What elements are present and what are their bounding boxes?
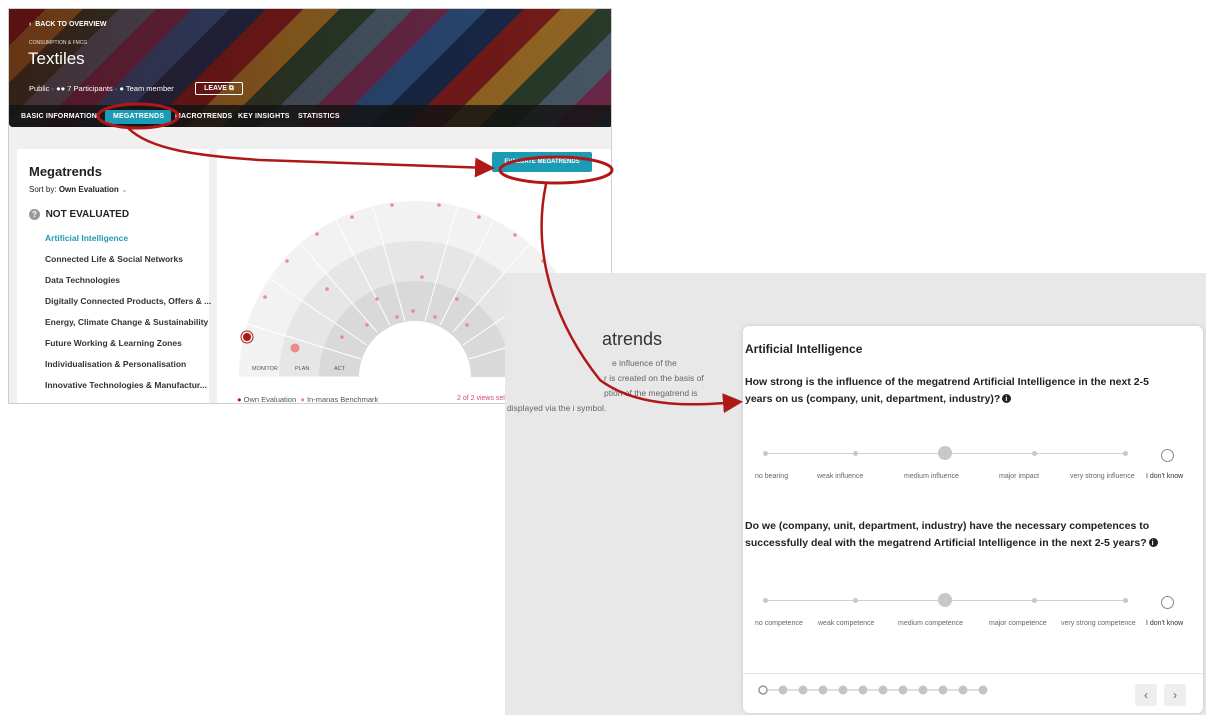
competence-option-1[interactable] [763, 598, 768, 603]
sidebar-item-data-technologies[interactable]: Data Technologies [45, 275, 120, 285]
influence-option-4[interactable] [1032, 451, 1037, 456]
meta-line: Public · ●● 7 Participants · ● Team memb… [29, 84, 174, 93]
sidebar-item-innovative-technologies[interactable]: Innovative Technologies & Manufactur... [45, 380, 207, 390]
competence-option-2[interactable] [853, 598, 858, 603]
influence-option-5[interactable] [1123, 451, 1128, 456]
background-text-4: displayed via the i symbol. [507, 403, 607, 413]
previous-question-button[interactable]: ‹ [1135, 684, 1157, 706]
influence-option-2[interactable] [853, 451, 858, 456]
competence-option-4[interactable] [1032, 598, 1037, 603]
background-heading: atrends [602, 329, 663, 349]
group-not-evaluated: ? NOT EVALUATED [29, 209, 129, 220]
background-text-3: ption of the megatrend is [604, 388, 698, 398]
sidebar-item-individualisation[interactable]: Individualisation & Personalisation [45, 359, 186, 369]
sort-dropdown[interactable]: Sort by: Own Evaluation ⌄ [29, 185, 128, 194]
competence-option-5[interactable] [1123, 598, 1128, 603]
competence-label-dont-know: I don't know [1146, 620, 1184, 627]
question-progress-stepper [758, 685, 988, 695]
background-text-1: e influence of the [612, 358, 677, 368]
question-influence: How strong is the influence of the megat… [745, 374, 1175, 408]
category-label: CONSUMPTION & FMCG [29, 40, 88, 46]
tab-megatrends[interactable]: MEGATRENDS [113, 113, 164, 120]
participants-icon: ●● [56, 84, 66, 93]
competence-label-5: very strong competence [1061, 620, 1136, 627]
sidebar-item-digitally-connected[interactable]: Digitally Connected Products, Offers & .… [45, 296, 211, 306]
next-question-button[interactable]: › [1164, 684, 1186, 706]
sidebar-item-connected-life[interactable]: Connected Life & Social Networks [45, 254, 183, 264]
evaluation-title: Artificial Intelligence [745, 342, 863, 356]
info-icon [1002, 391, 1012, 408]
question-competence: Do we (company, unit, department, indust… [745, 518, 1175, 552]
back-link[interactable]: ‹ BACK TO OVERVIEW [29, 21, 107, 28]
leave-button[interactable]: LEAVE ⧉ [195, 82, 243, 95]
tab-statistics[interactable]: STATISTICS [298, 113, 340, 120]
evaluate-megatrends-button[interactable]: EVALUATE MEGATRENDS [492, 152, 592, 172]
zone-plan: PLAN [295, 366, 310, 372]
user-icon: ● [119, 84, 124, 93]
sidebar-item-future-working[interactable]: Future Working & Learning Zones [45, 338, 182, 348]
competence-label-1: no competence [755, 620, 803, 627]
help-icon: ? [29, 209, 40, 220]
competence-label-3: medium competence [898, 620, 963, 627]
zone-monitor: MONITOR [252, 366, 278, 372]
chevron-left-icon: ‹ [1144, 688, 1148, 702]
sidebar-item-artificial-intelligence[interactable]: Artificial Intelligence [45, 233, 128, 243]
competence-dont-know-radio[interactable] [1161, 596, 1174, 609]
benchmark-dot: ● [300, 395, 305, 404]
influence-label-5: very strong influence [1070, 473, 1135, 480]
influence-option-1[interactable] [763, 451, 768, 456]
chevron-down-icon: ⌄ [121, 185, 128, 194]
influence-label-dont-know: I don't know [1146, 473, 1184, 480]
influence-label-3: medium influence [904, 473, 959, 480]
tab-macrotrends[interactable]: MACROTRENDS [175, 113, 232, 120]
influence-dont-know-radio[interactable] [1161, 449, 1174, 462]
competence-label-4: major competence [989, 620, 1047, 627]
influence-label-1: no bearing [755, 473, 789, 480]
competence-label-2: weak competence [818, 620, 875, 627]
chevron-left-icon: ‹ [29, 21, 32, 28]
competence-option-3[interactable] [938, 593, 952, 607]
chevron-right-icon: › [1173, 688, 1177, 702]
radar-legend: ● Own Evaluation ● In-manas Benchmark [237, 395, 379, 404]
tab-key-insights[interactable]: KEY INSIGHTS [238, 113, 290, 120]
own-evaluation-dot: ● [237, 395, 242, 404]
zone-act: ACT [334, 366, 345, 372]
page-title: Textiles [28, 49, 85, 68]
influence-option-3[interactable] [938, 446, 952, 460]
external-link-icon: ⧉ [228, 85, 234, 92]
sidebar-item-energy-climate[interactable]: Energy, Climate Change & Sustainability [45, 317, 208, 327]
tab-basic-information[interactable]: BASIC INFORMATION [21, 113, 97, 120]
background-text-2: r is created on the basis of [604, 373, 704, 383]
sidebar-heading: Megatrends [29, 164, 102, 179]
influence-label-2: weak influence [817, 473, 864, 480]
megatrend-sidebar: Megatrends Sort by: Own Evaluation ⌄ ? N… [17, 149, 211, 403]
footer-divider [743, 673, 1203, 674]
info-icon [1148, 535, 1158, 552]
influence-label-4: major impact [999, 473, 1040, 480]
